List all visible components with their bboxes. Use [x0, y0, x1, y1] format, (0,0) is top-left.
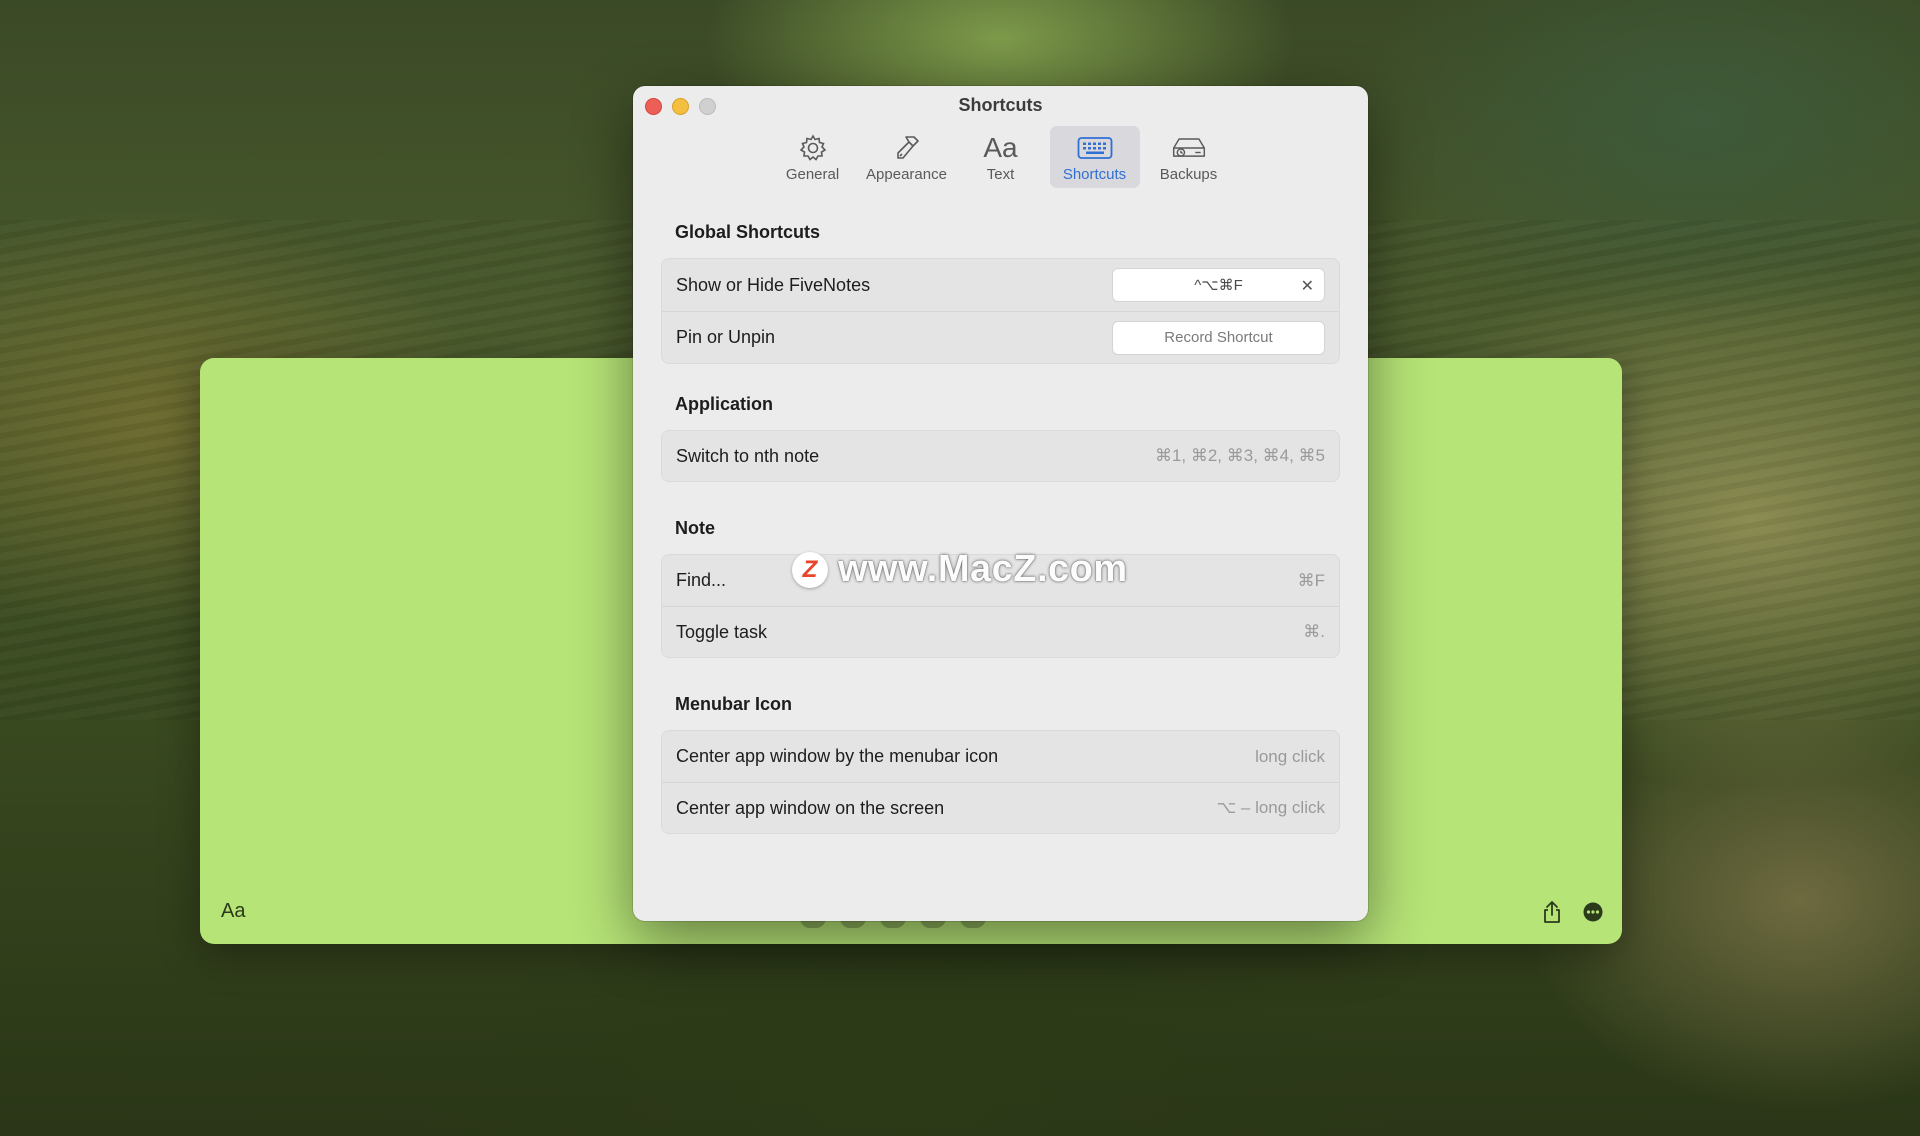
tab-label: General: [785, 166, 840, 183]
window-title: Shortcuts: [958, 95, 1043, 115]
tab-text[interactable]: Aa Text: [956, 126, 1046, 188]
row-pin-unpin: Pin or Unpin Record Shortcut: [662, 311, 1339, 363]
preferences-window: Shortcuts General Appearance Aa Text Sho…: [633, 86, 1368, 921]
show-hide-shortcut-field[interactable]: ^⌥⌘F ✕: [1112, 268, 1325, 302]
shortcuts-pane: Global Shortcuts Show or Hide FiveNotes …: [661, 222, 1340, 834]
tab-label: Appearance: [866, 166, 947, 183]
row-label: Center app window on the screen: [676, 797, 945, 818]
tab-label: Text: [986, 166, 1015, 183]
drive-restore-icon: [1171, 132, 1207, 164]
shortcut-hint: ⌥ – long click: [1216, 798, 1325, 817]
row-label: Toggle task: [676, 621, 768, 642]
tab-backups[interactable]: Backups: [1144, 126, 1234, 188]
preferences-toolbar: General Appearance Aa Text Shortcuts Bac…: [633, 126, 1368, 188]
row-label: Switch to nth note: [676, 445, 820, 466]
section-title-menubar: Menubar Icon: [675, 694, 793, 714]
row-label: Find...: [676, 570, 727, 590]
tab-general[interactable]: General: [768, 126, 858, 188]
row-show-hide: Show or Hide FiveNotes ^⌥⌘F ✕: [662, 259, 1339, 311]
row-center-menubar: Center app window by the menubar icon lo…: [662, 731, 1339, 782]
application-group: Switch to nth note ⌘1, ⌘2, ⌘3, ⌘4, ⌘5: [661, 430, 1340, 482]
row-label: Center app window by the menubar icon: [676, 746, 999, 766]
shortcut-hint: ⌘F: [1297, 570, 1325, 590]
row-label: Show or Hide FiveNotes: [676, 274, 871, 295]
shortcut-placeholder: Record Shortcut: [1164, 329, 1273, 346]
pin-shortcut-field[interactable]: Record Shortcut: [1112, 320, 1325, 355]
row-label: Pin or Unpin: [676, 327, 776, 347]
clear-shortcut-icon[interactable]: ✕: [1301, 276, 1314, 296]
global-shortcuts-group: Show or Hide FiveNotes ^⌥⌘F ✕ Pin or Unp…: [661, 258, 1340, 364]
share-icon[interactable]: [1542, 900, 1562, 924]
gear-icon: [795, 132, 831, 164]
tab-appearance[interactable]: Appearance: [862, 126, 952, 188]
section-title-note: Note: [675, 518, 715, 538]
font-button[interactable]: Aa: [221, 900, 245, 923]
row-switch-note: Switch to nth note ⌘1, ⌘2, ⌘3, ⌘4, ⌘5: [662, 431, 1339, 481]
shortcut-hint: long click: [1255, 746, 1325, 766]
row-center-screen: Center app window on the screen ⌥ – long…: [662, 782, 1339, 833]
tab-label: Backups: [1159, 166, 1218, 183]
tab-label: Shortcuts: [1062, 166, 1127, 183]
section-title-application: Application: [675, 394, 773, 414]
shortcut-value: ^⌥⌘F: [1194, 277, 1243, 294]
row-find: Find... ⌘F: [662, 555, 1339, 606]
row-toggle-task: Toggle task ⌘.: [662, 606, 1339, 657]
hammer-icon: [889, 132, 925, 164]
text-aa-icon: Aa: [983, 132, 1018, 163]
keyboard-icon: [1077, 132, 1113, 164]
menubar-group: Center app window by the menubar icon lo…: [661, 730, 1340, 834]
note-group: Find... ⌘F Toggle task ⌘.: [661, 554, 1340, 658]
section-title-global: Global Shortcuts: [675, 222, 821, 242]
shortcut-hint: ⌘1, ⌘2, ⌘3, ⌘4, ⌘5: [1154, 446, 1325, 465]
shortcut-hint: ⌘.: [1303, 622, 1325, 641]
more-icon[interactable]: [1583, 902, 1603, 922]
tab-shortcuts[interactable]: Shortcuts: [1049, 126, 1140, 188]
